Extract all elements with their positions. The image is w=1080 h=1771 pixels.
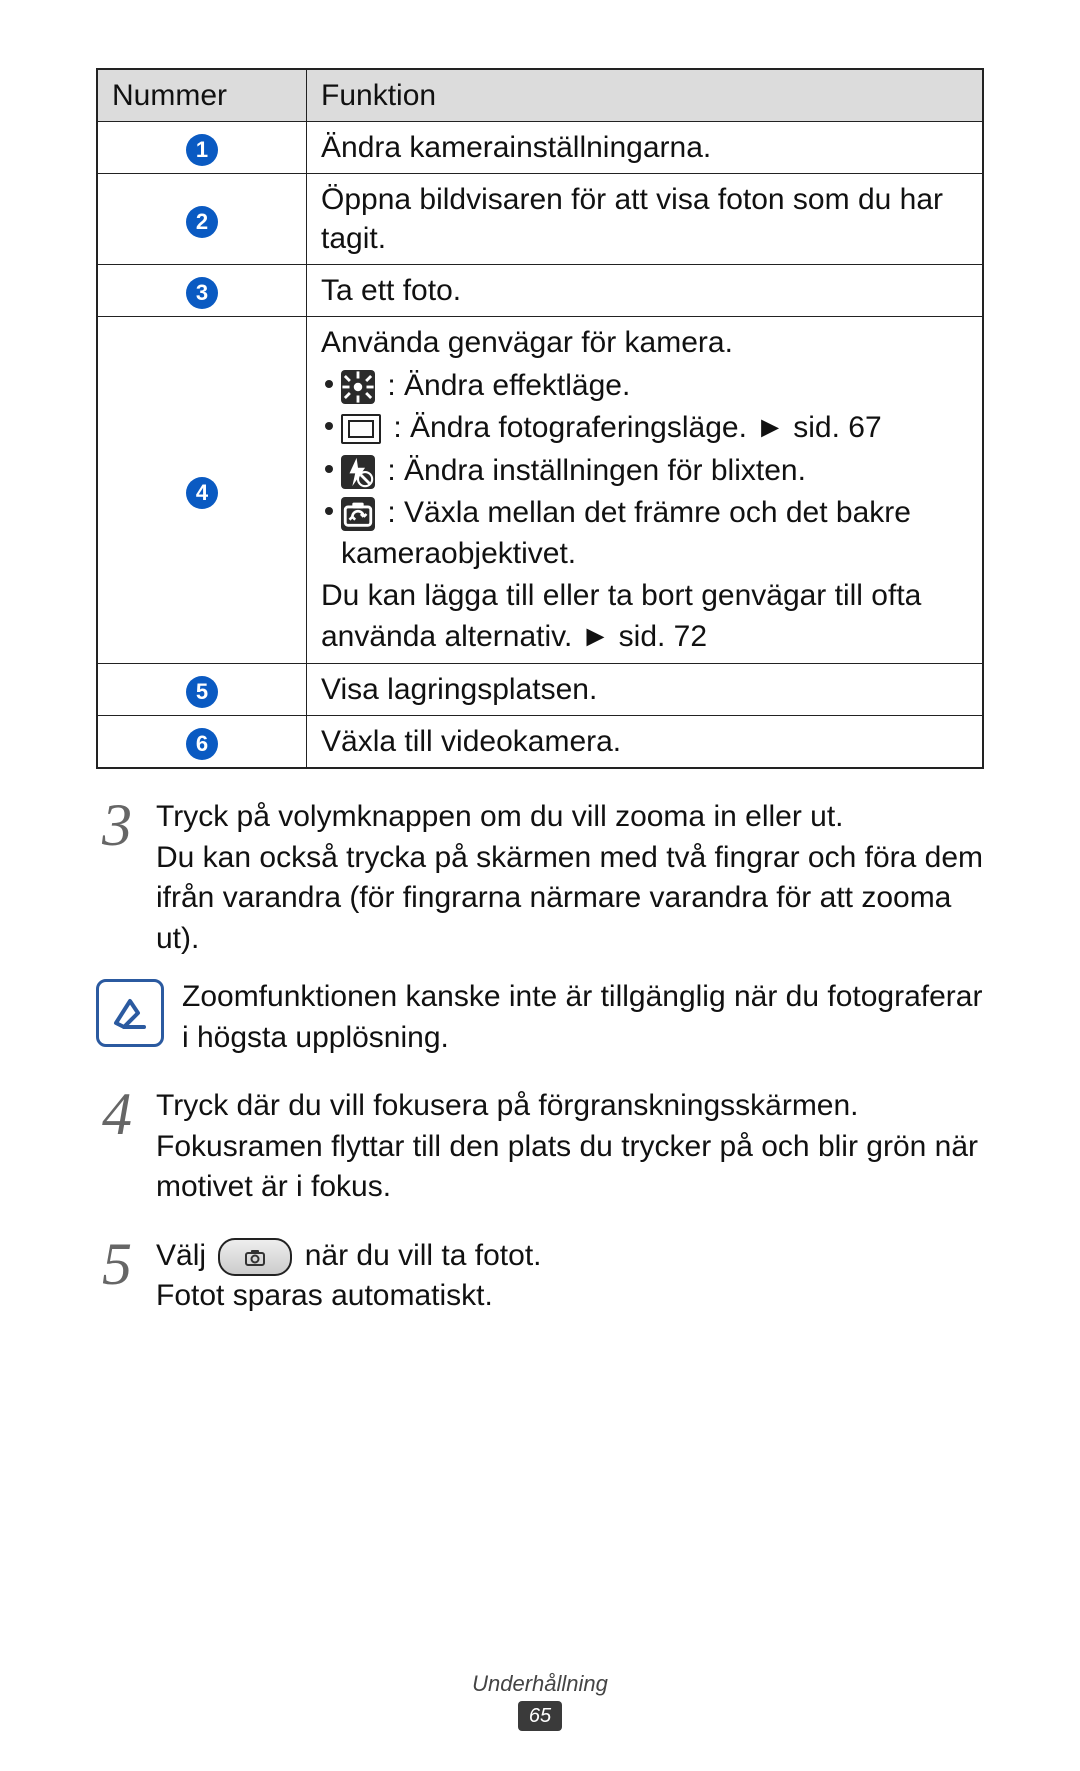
table-row: 4 Använda genvägar för kamera. : Ändra e… xyxy=(97,317,983,664)
table-row: 2 Öppna bildvisaren för att visa foton s… xyxy=(97,174,983,265)
bullet-switch-camera: : Växla mellan det främre och det bakre … xyxy=(321,493,968,574)
step-text: Du kan också trycka på skärmen med två f… xyxy=(156,838,984,960)
row-function-cell: Ändra kamerainställningarna. xyxy=(307,122,984,174)
row-number-cell: 3 xyxy=(97,265,307,317)
note-icon xyxy=(96,979,164,1047)
step-text: Fokusramen flyttar till den plats du try… xyxy=(156,1127,984,1208)
table-row: 1 Ändra kamerainställningarna. xyxy=(97,122,983,174)
step-body: Tryck där du vill fokusera på förgranskn… xyxy=(156,1086,984,1208)
step-text: Tryck på volymknappen om du vill zooma i… xyxy=(156,797,984,838)
shortcuts-bullets: : Ändra effektläge. : Ändra fotograferin… xyxy=(321,366,968,575)
bullet-shooting-mode: : Ändra fotograferingsläge. ► sid. 67 xyxy=(321,408,968,449)
shutter-button-icon xyxy=(218,1238,292,1276)
row-number-cell: 6 xyxy=(97,716,307,769)
step-number-4: 4 xyxy=(96,1090,138,1138)
circle-number-5: 5 xyxy=(186,676,218,708)
bullet-dot xyxy=(325,507,333,515)
table-row: 3 Ta ett foto. xyxy=(97,265,983,317)
step-text: Välj när du vill ta fotot. xyxy=(156,1236,984,1277)
bullet-text: : Växla mellan det främre och det bakre … xyxy=(341,496,911,570)
step-3: 3 Tryck på volymknappen om du vill zooma… xyxy=(96,797,984,959)
bullet-dot xyxy=(325,422,333,430)
circle-number-4: 4 xyxy=(186,477,218,509)
step-number-5: 5 xyxy=(96,1240,138,1288)
page-reference: ► sid. 72 xyxy=(581,620,707,653)
bullet-text: : Ändra effektläge. xyxy=(387,369,630,402)
step-text: Tryck där du vill fokusera på förgranskn… xyxy=(156,1086,984,1127)
row-number-cell: 2 xyxy=(97,174,307,265)
page-reference: ► sid. 67 xyxy=(755,411,881,444)
table-header-row: Nummer Funktion xyxy=(97,69,983,122)
bullet-dot xyxy=(325,465,333,473)
note-text: Zoomfunktionen kanske inte är tillgängli… xyxy=(182,977,984,1058)
table-row: 6 Växla till videokamera. xyxy=(97,716,983,769)
step-body: Välj när du vill ta fotot. Fotot sparas … xyxy=(156,1236,984,1317)
switch-camera-icon xyxy=(341,497,375,531)
header-function: Funktion xyxy=(307,69,984,122)
step-5: 5 Välj när du vill ta fotot. Fotot spara… xyxy=(96,1236,984,1317)
bullet-flash: : Ändra inställningen för blixten. xyxy=(321,451,968,492)
step-4: 4 Tryck där du vill fokusera på förgrans… xyxy=(96,1086,984,1208)
step-body: Tryck på volymknappen om du vill zooma i… xyxy=(156,797,984,959)
flash-icon xyxy=(341,455,375,489)
shortcuts-footer: Du kan lägga till eller ta bort genvägar… xyxy=(321,576,968,657)
function-table: Nummer Funktion 1 Ändra kamerainställnin… xyxy=(96,68,984,769)
note-box: Zoomfunktionen kanske inte är tillgängli… xyxy=(96,977,984,1058)
table-row: 5 Visa lagringsplatsen. xyxy=(97,664,983,716)
row-function-cell: Använda genvägar för kamera. : Ändra eff… xyxy=(307,317,984,664)
page-footer: Underhållning 65 xyxy=(0,1671,1080,1731)
row-number-cell: 4 xyxy=(97,317,307,664)
bullet-text: : Ändra fotograferingsläge. xyxy=(393,411,755,444)
effect-mode-icon xyxy=(341,370,375,404)
step-number-3: 3 xyxy=(96,801,138,849)
header-number: Nummer xyxy=(97,69,307,122)
circle-number-3: 3 xyxy=(186,277,218,309)
shortcuts-title: Använda genvägar för kamera. xyxy=(321,323,968,364)
bullet-dot xyxy=(325,380,333,388)
row-function-cell: Växla till videokamera. xyxy=(307,716,984,769)
row-function-cell: Öppna bildvisaren för att visa foton som… xyxy=(307,174,984,265)
bullet-text: : Ändra inställningen för blixten. xyxy=(387,454,806,487)
row-function-cell: Ta ett foto. xyxy=(307,265,984,317)
shooting-mode-icon xyxy=(341,414,381,444)
manual-page: Nummer Funktion 1 Ändra kamerainställnin… xyxy=(0,0,1080,1771)
row-number-cell: 5 xyxy=(97,664,307,716)
circle-number-1: 1 xyxy=(186,134,218,166)
footer-section-label: Underhållning xyxy=(0,1671,1080,1697)
page-number: 65 xyxy=(518,1701,562,1731)
circle-number-6: 6 xyxy=(186,728,218,760)
row-number-cell: 1 xyxy=(97,122,307,174)
circle-number-2: 2 xyxy=(186,206,218,238)
bullet-effect-mode: : Ändra effektläge. xyxy=(321,366,968,407)
step-text: Fotot sparas automatiskt. xyxy=(156,1276,984,1317)
row-function-cell: Visa lagringsplatsen. xyxy=(307,664,984,716)
